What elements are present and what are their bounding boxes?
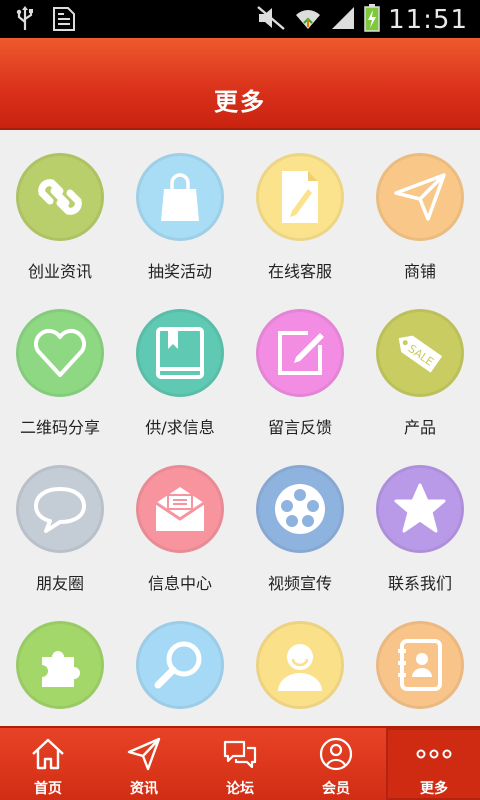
- grid-item-label: 视频宣传: [267, 574, 332, 593]
- shopping-bag-icon: [161, 173, 199, 221]
- tab-label: 会员: [322, 781, 350, 797]
- grid-item-video[interactable]: 视频宣传: [240, 442, 360, 598]
- star-icon: [394, 483, 446, 533]
- paper-plane-icon: [127, 737, 161, 771]
- page-header: 更多: [0, 38, 480, 130]
- grid-item-label: 二维码分享: [19, 418, 100, 437]
- grid-item-search[interactable]: [120, 598, 240, 726]
- tab-label: 首页: [34, 781, 62, 797]
- envelope-icon: [155, 487, 205, 531]
- grid-item-startup-news[interactable]: 创业资讯: [0, 130, 120, 286]
- grid-item-lottery[interactable]: 抽奖活动: [120, 130, 240, 286]
- bottom-tab-bar: 首页 资讯 论坛 会员 更多: [0, 726, 480, 800]
- grid-item-supply-demand[interactable]: 供/求信息: [120, 286, 240, 442]
- mute-icon: [256, 5, 286, 35]
- tab-news[interactable]: 资讯: [96, 728, 192, 800]
- puzzle-icon: [42, 651, 80, 687]
- magnifier-icon: [154, 641, 202, 689]
- tab-label: 资讯: [130, 781, 158, 797]
- grid-item-products[interactable]: SALE 产品: [360, 286, 480, 442]
- page-title: 更多: [214, 88, 266, 116]
- grid-item-moments[interactable]: 朋友圈: [0, 442, 120, 598]
- user-circle-icon: [319, 737, 353, 771]
- grid-item-label: 商铺: [403, 262, 436, 281]
- wifi-icon: [294, 5, 322, 35]
- tab-more[interactable]: 更多: [386, 728, 480, 800]
- grid-item-shop[interactable]: 商铺: [360, 130, 480, 286]
- grid-item-label: 产品: [403, 418, 436, 437]
- battery-charging-icon: [364, 4, 380, 36]
- tab-forum[interactable]: 论坛: [192, 728, 288, 800]
- grid-item-contact-us[interactable]: 联系我们: [360, 442, 480, 598]
- user-icon: [278, 644, 322, 691]
- sale-tag-icon: SALE: [398, 335, 443, 373]
- chat-bubbles-icon: [223, 740, 257, 769]
- speech-bubble-icon: [34, 487, 86, 533]
- grid-item-label: 抽奖活动: [147, 262, 212, 281]
- grid-item-qr-share[interactable]: 二维码分享: [0, 286, 120, 442]
- sim-icon: [52, 6, 76, 36]
- grid-item-feedback[interactable]: 留言反馈: [240, 286, 360, 442]
- status-bar: 11:51: [0, 0, 480, 38]
- book-icon: [156, 327, 204, 379]
- home-icon: [32, 738, 64, 770]
- grid-item-info-center[interactable]: 信息中心: [120, 442, 240, 598]
- tab-home[interactable]: 首页: [0, 728, 96, 800]
- grid-item-label: 创业资讯: [27, 262, 92, 281]
- usb-icon: [14, 6, 36, 36]
- paper-plane-icon: [394, 173, 446, 221]
- grid-item-label: 朋友圈: [35, 574, 84, 593]
- grid-item-online-service[interactable]: 在线客服: [240, 130, 360, 286]
- signal-icon: [330, 5, 356, 35]
- address-book-icon: [398, 639, 442, 691]
- film-reel-icon: [275, 484, 325, 534]
- document-edit-icon: [282, 171, 318, 223]
- tab-label: 更多: [420, 781, 448, 797]
- grid-item-label: 信息中心: [147, 574, 212, 593]
- grid-item-label: 在线客服: [267, 262, 332, 281]
- tab-member[interactable]: 会员: [288, 728, 384, 800]
- status-time: 11:51: [388, 5, 468, 35]
- grid-item-label: 供/求信息: [145, 418, 215, 437]
- grid-item-label: 联系我们: [387, 574, 452, 593]
- more-dots-icon: [416, 749, 452, 759]
- feature-grid: 创业资讯 抽奖活动 在线客服 商铺 二维码分享 供/求信息 留言反馈 SALE …: [0, 130, 480, 726]
- grid-item-puzzle[interactable]: [0, 598, 120, 726]
- note-pencil-icon: [278, 331, 324, 375]
- heart-icon: [34, 329, 86, 377]
- tab-label: 论坛: [226, 781, 254, 797]
- grid-item-member[interactable]: [240, 598, 360, 726]
- grid-item-contacts[interactable]: [360, 598, 480, 726]
- link-icon: [38, 179, 82, 215]
- grid-item-label: 留言反馈: [267, 418, 332, 437]
- grid-item-circle: [16, 153, 104, 241]
